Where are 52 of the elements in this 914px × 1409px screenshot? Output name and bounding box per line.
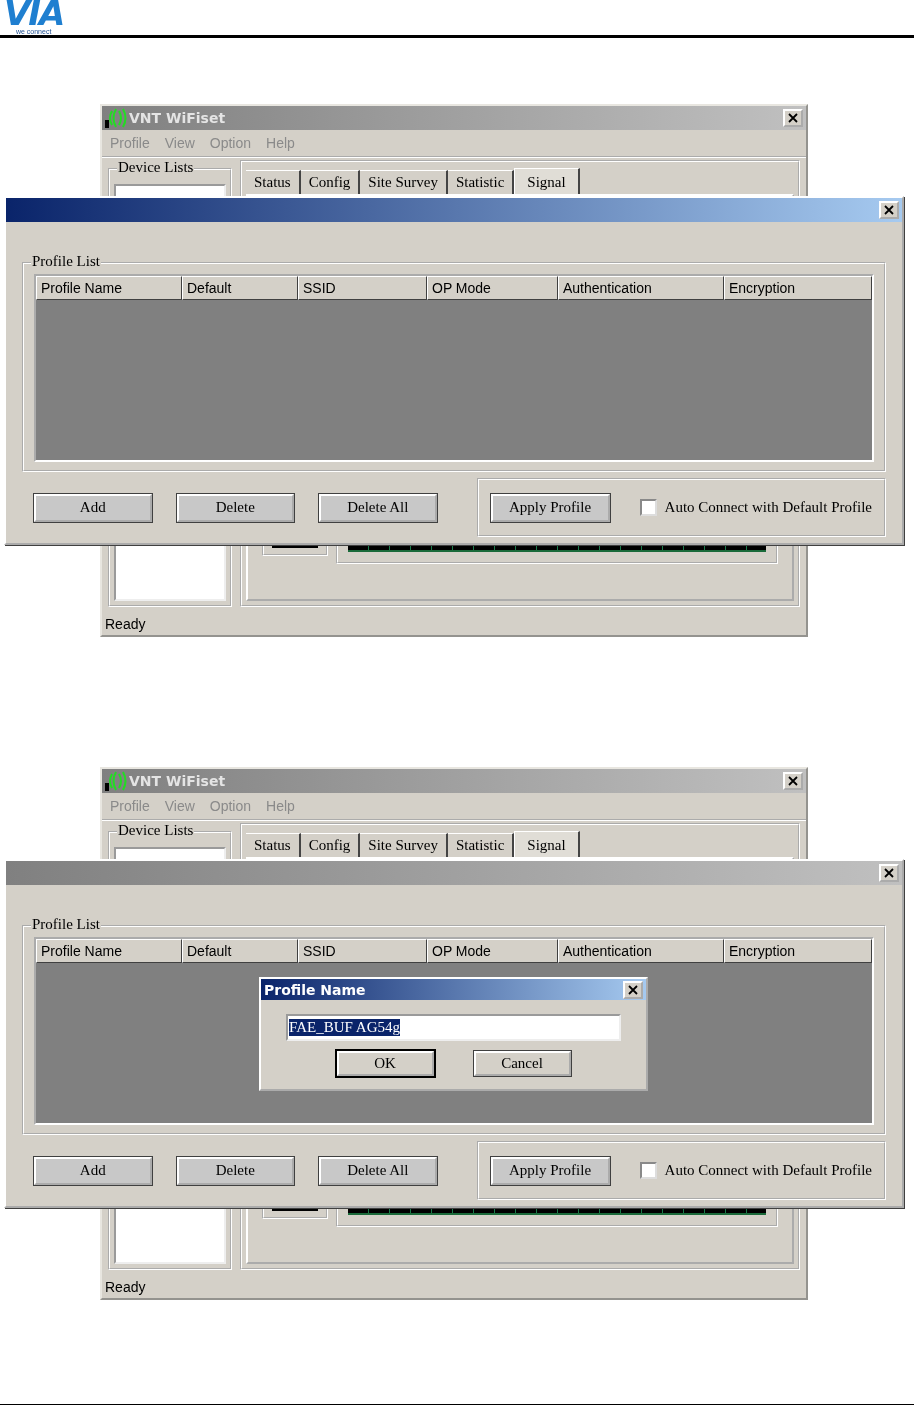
close-button[interactable] [623,980,643,999]
checkbox-label: Auto Connect with Default Profile [664,499,872,516]
status-text: Ready [104,615,147,634]
close-icon [884,868,894,878]
column-header[interactable]: Authentication [558,276,724,300]
signal-waves-icon [105,108,127,128]
button[interactable]: Delete [176,1156,295,1185]
apply-profile-button[interactable]: Apply Profile [490,493,610,522]
signal-waves-icon [105,771,127,791]
column-header[interactable]: Profile Name [36,939,182,963]
tab[interactable]: Site Survey [360,170,448,194]
column-header[interactable]: Authentication [558,939,724,963]
close-icon [788,776,798,786]
tab[interactable]: Status [246,833,301,857]
tab[interactable]: Status [246,170,301,194]
close-icon [788,113,798,123]
status-text: Ready [104,1278,147,1297]
tab[interactable]: Statistic [447,833,515,857]
checkbox-label: Auto Connect with Default Profile [664,1162,872,1179]
column-header[interactable]: Default [182,276,298,300]
tab[interactable]: Signal [514,831,580,857]
column-header[interactable]: OP Mode [427,939,558,963]
column-header[interactable]: Encryption [724,276,872,300]
button[interactable]: Add [34,493,152,522]
column-header[interactable]: Default [182,939,298,963]
checkbox[interactable] [639,499,657,516]
tab[interactable]: Statistic [447,170,515,194]
window-title: VNT WiFiset [129,773,226,789]
tab[interactable]: Config [300,833,361,857]
column-header[interactable]: Encryption [724,939,872,963]
close-icon [884,205,894,215]
tab[interactable]: Signal [514,168,580,194]
tab[interactable]: Config [300,170,361,194]
column-header[interactable]: OP Mode [427,276,558,300]
apply-profile-button[interactable]: Apply Profile [490,1156,610,1185]
name-field[interactable]: FAE_BUF AG54g [286,1014,621,1041]
button[interactable]: Cancel [473,1051,571,1076]
window-title: VNT WiFiset [129,110,226,126]
checkbox[interactable] [639,1162,657,1179]
column-header[interactable]: SSID [298,939,427,963]
column-header[interactable]: SSID [298,276,427,300]
button[interactable]: OK [336,1051,434,1076]
tab[interactable]: Site Survey [360,833,448,857]
button[interactable]: Add [34,1156,152,1185]
logo: VIA [4,0,64,28]
close-icon [628,984,638,995]
button[interactable]: Delete All [319,1156,437,1185]
close-button[interactable] [879,201,899,219]
dialog-title: Profile Name [264,981,366,998]
column-header[interactable]: Profile Name [36,276,182,300]
button[interactable]: Delete [176,493,295,522]
button[interactable]: Delete All [319,493,437,522]
